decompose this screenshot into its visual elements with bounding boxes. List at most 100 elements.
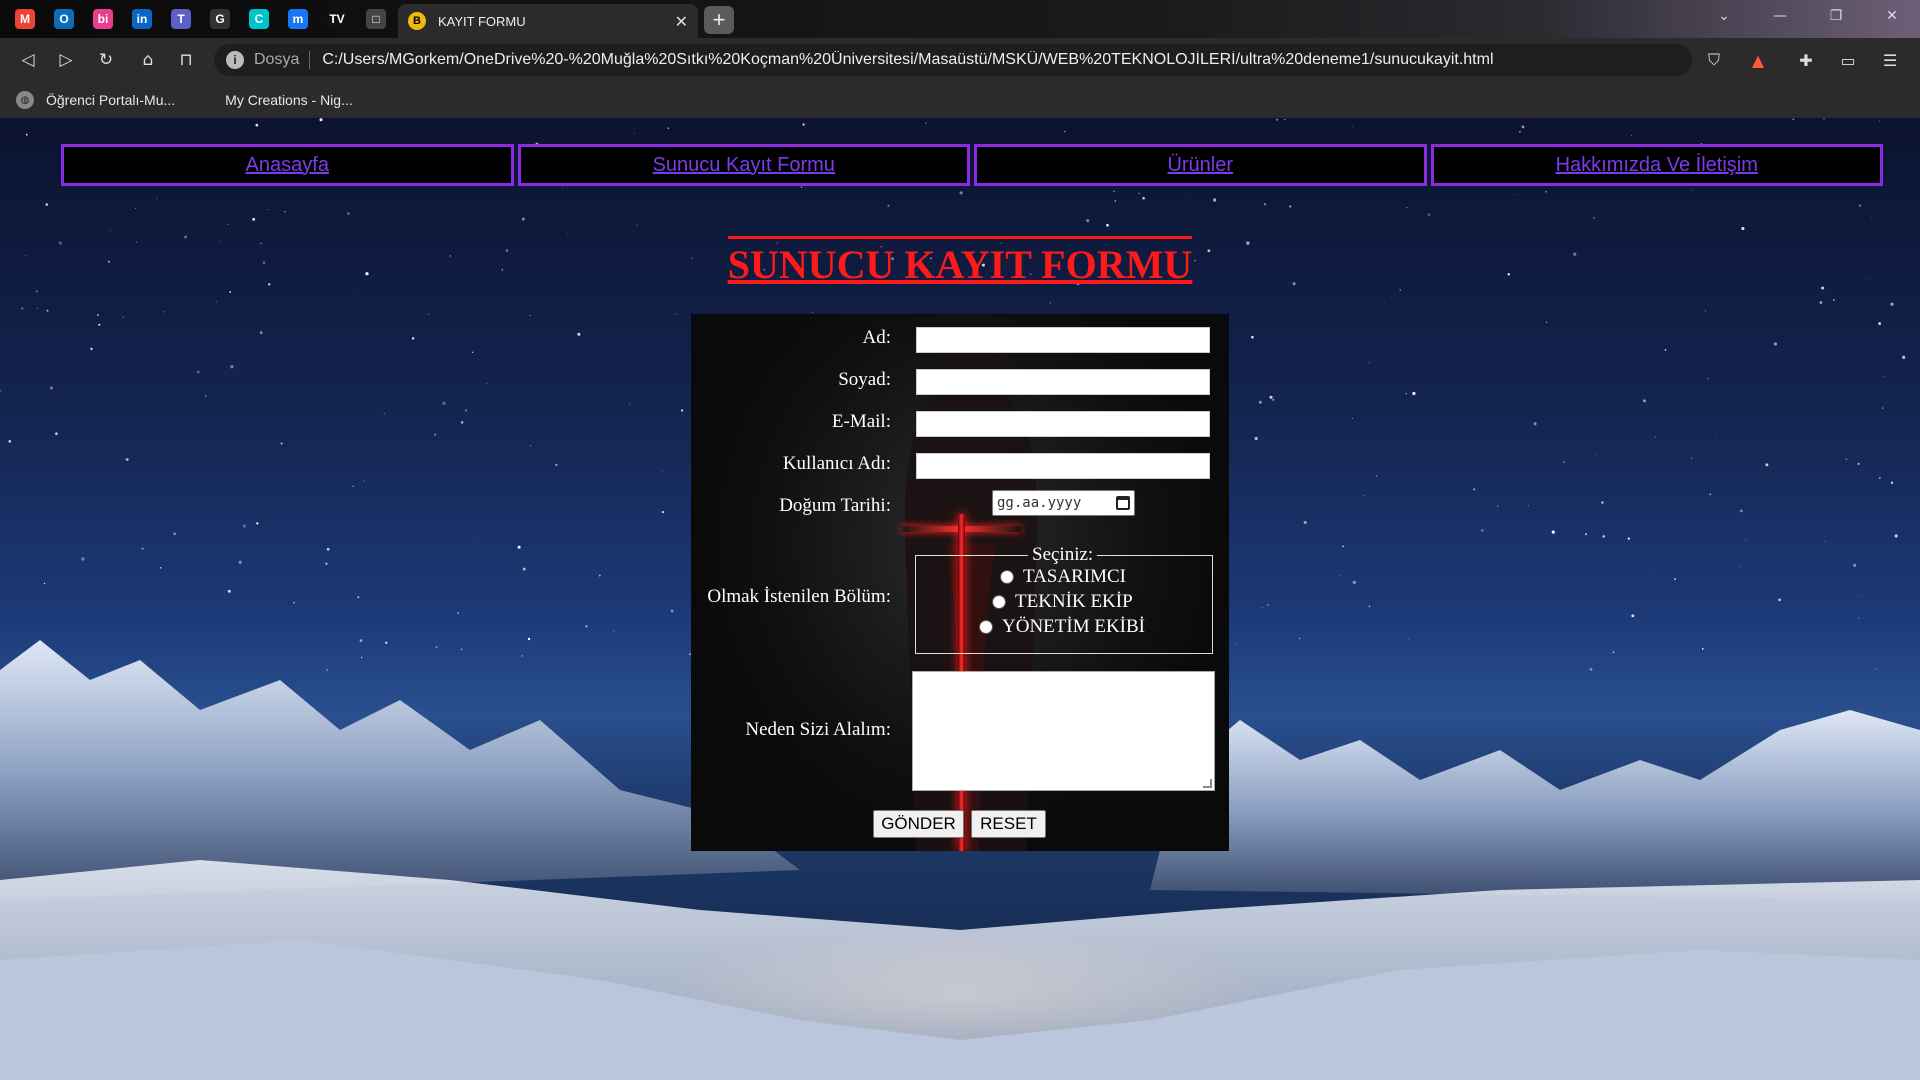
star [1858, 617, 1860, 619]
star [1878, 322, 1881, 325]
tab-close-icon[interactable]: ✕ [675, 12, 688, 31]
pinned-tab[interactable]: bi [86, 4, 120, 34]
info-icon[interactable]: i [226, 51, 244, 69]
star [1254, 436, 1258, 441]
pinned-tab[interactable]: □ [359, 4, 393, 34]
wallet-icon[interactable]: ▭ [1836, 48, 1860, 72]
active-tab[interactable]: B KAYIT FORMU ✕ [398, 4, 698, 38]
star [442, 401, 446, 405]
outlook-icon: O [54, 9, 74, 29]
ad-input[interactable] [916, 327, 1210, 353]
gmail-icon: M [15, 9, 35, 29]
star [667, 127, 670, 129]
star [1518, 130, 1521, 133]
star [1352, 125, 1354, 127]
radio-button[interactable] [992, 595, 1006, 609]
forward-button[interactable]: ▷ [52, 46, 80, 74]
star [434, 433, 437, 436]
brave-rewards-icon[interactable]: ▲ [1746, 48, 1770, 72]
star [1861, 596, 1862, 597]
browser-toolbar: ◁ ▷ ↻ ⌂ ⊓ i Dosya C:/Users/MGorkem/OneDr… [0, 38, 1920, 82]
star [43, 582, 46, 585]
bookmark-icon[interactable]: ⊓ [172, 46, 200, 74]
bookmark-item-ogrenci[interactable]: ◍ Öğrenci Portalı-Mu... [16, 91, 175, 109]
close-window-button[interactable]: ✕ [1864, 0, 1920, 32]
pinned-tab[interactable]: C [242, 4, 276, 34]
radio-option-yonetim-ekibi[interactable]: YÖNETİM EKİBİ [979, 616, 1145, 638]
pinned-tab[interactable]: O [47, 4, 81, 34]
star [1707, 377, 1709, 380]
email-input[interactable] [916, 411, 1210, 437]
star [280, 442, 283, 445]
star [226, 223, 229, 226]
star [319, 118, 323, 122]
radio-button[interactable] [1000, 570, 1014, 584]
bolum-label: Olmak İstenilen Bölüm: [707, 586, 891, 607]
star [1113, 190, 1115, 193]
pinned-tab[interactable]: m [281, 4, 315, 34]
extensions-icon[interactable]: ✚ [1794, 48, 1818, 72]
star [323, 138, 325, 140]
address-bar[interactable]: i Dosya C:/Users/MGorkem/OneDrive%20-%20… [214, 44, 1692, 76]
star [352, 485, 354, 487]
minimize-button[interactable]: — [1752, 0, 1808, 32]
star [255, 123, 259, 127]
radio-button[interactable] [979, 620, 993, 634]
star [1890, 302, 1894, 306]
restore-button[interactable]: ❐ [1808, 0, 1864, 32]
star [35, 290, 39, 293]
nav-link-sunucu-kayit[interactable]: Sunucu Kayıt Formu [653, 154, 835, 177]
star [1716, 435, 1718, 437]
star [1709, 493, 1711, 496]
star [1745, 539, 1747, 541]
star [1594, 454, 1596, 455]
star [1562, 460, 1565, 464]
star [1263, 203, 1267, 206]
dogum-tarihi-input[interactable]: gg.aa.yyyy [992, 490, 1135, 516]
soyad-input[interactable] [916, 369, 1210, 395]
star [1497, 505, 1499, 507]
calendar-icon[interactable] [1116, 496, 1130, 510]
github-icon: G [210, 9, 230, 29]
tab-search-icon[interactable]: ⌄ [1696, 0, 1752, 32]
globe-icon: ◍ [16, 91, 34, 109]
neden-textarea[interactable] [912, 671, 1215, 791]
fieldset-legend: Seçiniz: [1032, 544, 1094, 565]
address-url[interactable]: C:/Users/MGorkem/OneDrive%20-%20Muğla%20… [322, 51, 1493, 69]
nav-link-anasayfa[interactable]: Anasayfa [246, 154, 329, 177]
pinned-tab[interactable]: TV [320, 4, 354, 34]
new-tab-button[interactable]: + [704, 6, 734, 34]
star [1832, 299, 1835, 301]
star [1299, 637, 1301, 639]
brave-shield-icon[interactable]: ⛉ [1702, 48, 1726, 72]
back-button[interactable]: ◁ [14, 46, 42, 74]
star [357, 596, 360, 599]
radio-option-tasarimci[interactable]: TASARIMCI [1000, 566, 1126, 588]
star [1823, 118, 1825, 120]
star [1251, 335, 1254, 339]
star [1858, 204, 1861, 207]
kullanici-adi-input[interactable] [916, 453, 1210, 479]
pinned-tab[interactable]: G [203, 4, 237, 34]
star [1664, 349, 1667, 351]
resize-grip-icon[interactable] [1203, 779, 1212, 788]
submit-button[interactable]: GÖNDER [873, 810, 964, 838]
bookmark-item-creations[interactable]: My Creations - Nig... [225, 92, 353, 108]
pinned-tab[interactable]: in [125, 4, 159, 34]
star [1339, 574, 1341, 576]
nav-link-hakkimizda[interactable]: Hakkımızda Ve İletişim [1556, 154, 1758, 177]
radio-option-teknik-ekip[interactable]: TEKNİK EKİP [992, 591, 1133, 613]
reset-button[interactable]: RESET [971, 810, 1046, 838]
page-title: SUNUCU KAYIT FORMU [727, 236, 1193, 287]
pinned-tab[interactable]: T [164, 4, 198, 34]
star [530, 445, 532, 447]
star [464, 409, 468, 412]
star [1427, 213, 1431, 216]
star [1627, 537, 1630, 540]
menu-icon[interactable]: ☰ [1878, 48, 1902, 72]
pinned-tab[interactable]: M [8, 4, 42, 34]
home-button[interactable]: ⌂ [134, 46, 162, 74]
nav-link-urunler[interactable]: Ürünler [1167, 154, 1233, 177]
reload-button[interactable]: ↻ [92, 46, 120, 74]
star [1391, 296, 1393, 298]
